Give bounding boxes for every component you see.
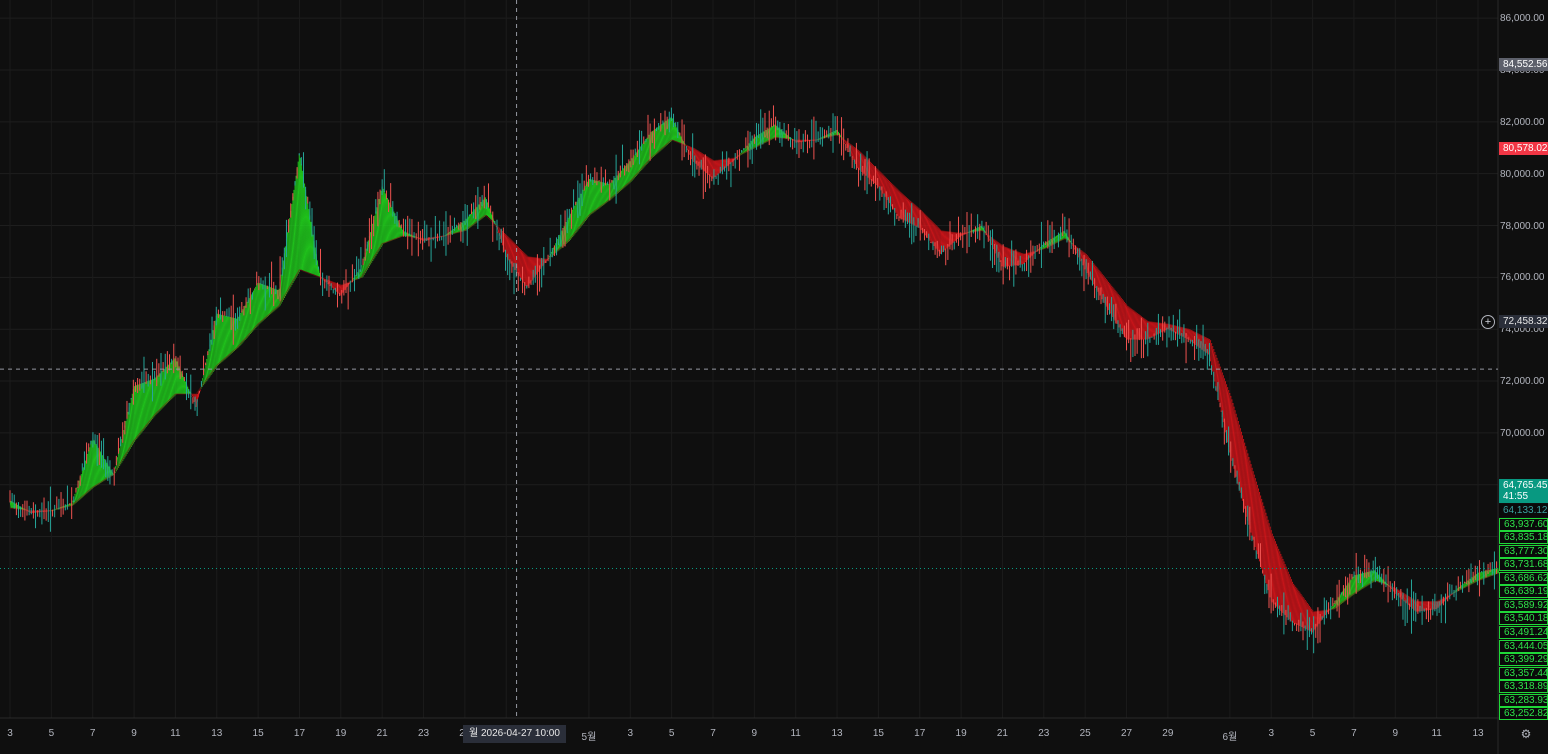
time-tick-label: 17 xyxy=(293,728,306,739)
ma-value-tag: 63,731.68 xyxy=(1499,558,1548,572)
time-tick-label: 7 xyxy=(89,728,96,739)
ma-value-tag: 63,686.62 xyxy=(1499,571,1548,585)
time-tick-label: 23 xyxy=(417,728,430,739)
time-tick-label: 23 xyxy=(1038,728,1050,739)
time-tick-label: 11 xyxy=(790,728,801,739)
price-tick-label: 76,000.00 xyxy=(1500,272,1545,284)
time-tick-label: 19 xyxy=(955,728,967,739)
time-tick-label: 15 xyxy=(872,728,884,739)
time-tick-label: 19 xyxy=(335,728,347,739)
crosshair-time-label: 월 2026-04-27 10:00 xyxy=(463,725,566,743)
time-tick-label: 21 xyxy=(996,728,1008,739)
current-price: 64,765.45 xyxy=(1503,480,1548,491)
time-tick-label: 5월 xyxy=(581,732,597,743)
ma-value-tag: 63,777.30 xyxy=(1499,544,1548,558)
price-tick-label: 72,000.00 xyxy=(1500,376,1545,388)
price-tick-label: 70,000.00 xyxy=(1500,427,1545,439)
time-tick-label: 3 xyxy=(627,728,634,739)
ma-value-tag: 63,491.24 xyxy=(1499,625,1548,639)
time-tick-label: 6월 xyxy=(1222,732,1238,743)
ma-value-tag: 63,399.29 xyxy=(1499,653,1548,667)
price-tick-label: 82,000.00 xyxy=(1500,116,1545,128)
ma-value-tag: 63,540.18 xyxy=(1499,612,1548,626)
time-tick-label: 9 xyxy=(1392,728,1399,739)
chart-grid xyxy=(0,0,1548,754)
time-tick-label: 9 xyxy=(751,728,758,739)
ma-value-tag: 64,133.12 xyxy=(1499,504,1548,517)
time-tick-label: 13 xyxy=(211,728,223,739)
time-tick-label: 7 xyxy=(1351,728,1357,739)
time-tick-label: 25 xyxy=(1079,728,1091,739)
time-tick-label: 3 xyxy=(1268,728,1275,739)
current-price-tag: 64,765.45 41:55 xyxy=(1499,479,1548,503)
time-tick-label: 27 xyxy=(1120,728,1133,739)
ma-value-tag: 63,357.44 xyxy=(1499,666,1548,680)
ma-value-tag: 63,283.93 xyxy=(1499,693,1548,707)
price-chart[interactable] xyxy=(0,0,1548,754)
high-price-tag: 84,552.56 xyxy=(1499,58,1548,71)
crosshair-price-tag: 72,458.32 xyxy=(1499,315,1548,328)
time-tick-label: 11 xyxy=(170,728,181,739)
time-tick-label: 5 xyxy=(668,728,675,739)
price-tick-label: 86,000.00 xyxy=(1500,13,1545,25)
ma-value-tag: 63,589.92 xyxy=(1499,598,1548,612)
time-tick-label: 11 xyxy=(1431,728,1442,739)
add-alert-icon[interactable]: + xyxy=(1481,315,1495,329)
price-tick-label: 78,000.00 xyxy=(1500,220,1545,232)
time-tick-label: 21 xyxy=(376,728,388,739)
time-tick-label: 13 xyxy=(1472,728,1484,739)
red-price-tag: 80,578.02 xyxy=(1499,142,1548,155)
time-tick-label: 5 xyxy=(1309,728,1316,739)
time-tick-label: 15 xyxy=(252,728,264,739)
time-tick-label: 7 xyxy=(710,728,716,739)
ma-value-tag: 63,444.05 xyxy=(1499,639,1548,653)
ma-value-tag: 63,318.89 xyxy=(1499,680,1548,694)
time-tick-label: 29 xyxy=(1162,728,1174,739)
time-tick-label: 3 xyxy=(7,728,13,739)
time-tick-label: 13 xyxy=(831,728,843,739)
time-tick-label: 9 xyxy=(131,728,137,739)
ma-value-tag: 63,937.60 xyxy=(1499,517,1548,531)
countdown-timer: 41:55 xyxy=(1503,491,1529,502)
price-tick-label: 80,000.00 xyxy=(1500,168,1545,180)
time-tick-label: 5 xyxy=(48,728,55,739)
settings-gear-icon[interactable]: ⚙ xyxy=(1519,727,1533,741)
ma-value-tag: 63,835.18 xyxy=(1499,531,1548,545)
ma-value-tag: 63,252.82 xyxy=(1499,707,1548,721)
ma-value-tag: 63,639.19 xyxy=(1499,585,1548,599)
time-tick-label: 17 xyxy=(914,728,926,739)
